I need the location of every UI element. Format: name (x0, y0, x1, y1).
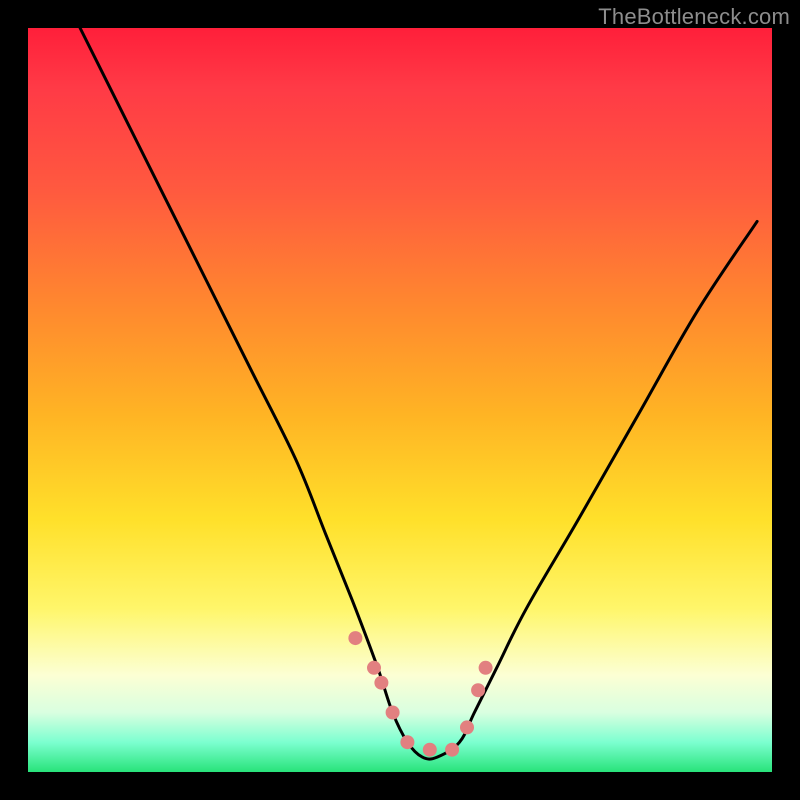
tick-dot (471, 683, 485, 697)
curve-svg (28, 28, 772, 772)
tick-dot (367, 661, 381, 675)
tick-dot (400, 735, 414, 749)
tick-dot (374, 676, 388, 690)
tick-dot (445, 743, 459, 757)
tick-dot (386, 706, 400, 720)
tick-dot (479, 661, 493, 675)
tick-dot (460, 720, 474, 734)
tick-dot (423, 743, 437, 757)
tick-dot (348, 631, 362, 645)
watermark-text: TheBottleneck.com (598, 4, 790, 30)
bottleneck-curve (80, 28, 757, 759)
plot-area (28, 28, 772, 772)
chart-frame: TheBottleneck.com (0, 0, 800, 800)
